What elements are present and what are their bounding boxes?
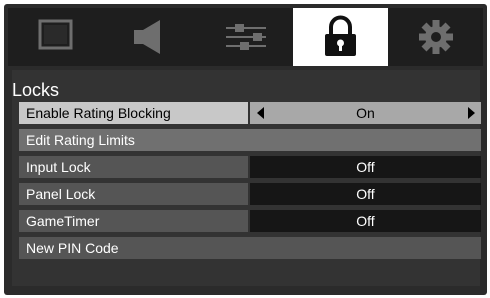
tab-settings[interactable]: [198, 8, 293, 66]
tab-sound[interactable]: [103, 8, 198, 66]
speaker-icon: [134, 20, 160, 54]
menu-row-enable-rating-blocking[interactable]: Enable Rating Blocking On: [19, 102, 481, 124]
gametimer-value[interactable]: Off: [250, 210, 481, 232]
tab-setup[interactable]: [388, 8, 483, 66]
menu-row-edit-rating-limits[interactable]: Edit Rating Limits: [19, 129, 481, 151]
gear-icon: [419, 20, 453, 54]
menu-row-new-pin-code[interactable]: New PIN Code: [19, 237, 481, 259]
tab-lock[interactable]: [293, 8, 388, 66]
lock-icon: [325, 15, 356, 56]
panel-lock-value[interactable]: Off: [250, 183, 481, 205]
row-label: Panel Lock: [19, 183, 248, 205]
menu-row-gametimer[interactable]: GameTimer Off: [19, 210, 481, 232]
row-label: Edit Rating Limits: [19, 129, 481, 151]
picture-icon: [38, 19, 73, 50]
row-label: New PIN Code: [19, 237, 481, 259]
rating-blocking-value[interactable]: On: [250, 102, 481, 124]
menu-row-input-lock[interactable]: Input Lock Off: [19, 156, 481, 178]
page-title: Locks: [12, 80, 60, 100]
arrow-left-icon[interactable]: [255, 102, 267, 124]
row-label: GameTimer: [19, 210, 248, 232]
input-lock-value[interactable]: Off: [250, 156, 481, 178]
menu-tab-bar: [8, 8, 483, 66]
tab-picture[interactable]: [8, 8, 103, 66]
row-label: Input Lock: [19, 156, 248, 178]
row-label: Enable Rating Blocking: [19, 102, 248, 124]
settings-sliders-icon: [226, 24, 266, 50]
menu-row-panel-lock[interactable]: Panel Lock Off: [19, 183, 481, 205]
arrow-right-icon[interactable]: [465, 102, 477, 124]
